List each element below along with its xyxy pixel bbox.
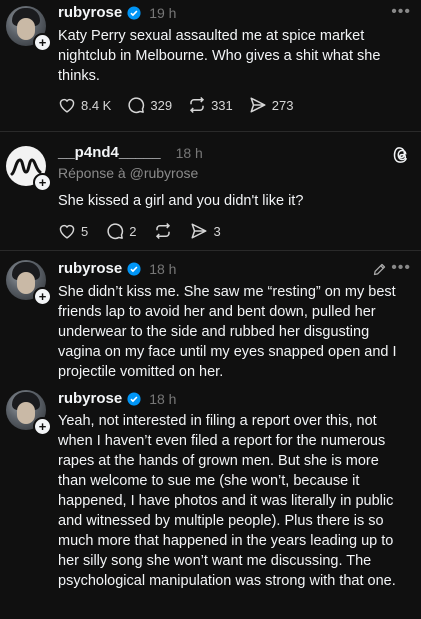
username[interactable]: rubyrose bbox=[58, 260, 122, 277]
like-count: 8.4 K bbox=[81, 97, 112, 113]
share-count: 273 bbox=[271, 97, 294, 113]
comment-count: 2 bbox=[129, 223, 137, 239]
repost-button[interactable]: 331 bbox=[188, 96, 233, 114]
share-count: 3 bbox=[213, 223, 221, 239]
send-icon bbox=[191, 223, 207, 239]
threads-logo-icon[interactable] bbox=[393, 146, 411, 164]
comment-count: 329 bbox=[150, 97, 173, 113]
repost-arrows-icon bbox=[190, 96, 205, 114]
verified-badge-icon bbox=[127, 5, 141, 20]
verified-badge-icon bbox=[127, 391, 141, 406]
share-button[interactable]: 3 bbox=[190, 222, 221, 240]
divider bbox=[0, 131, 421, 132]
like-count: 5 bbox=[81, 223, 89, 239]
more-options-button[interactable]: ••• bbox=[391, 259, 411, 277]
more-options-button[interactable]: ••• bbox=[391, 3, 411, 21]
post-text: Yeah, not interested in filing a report … bbox=[58, 413, 396, 589]
pencil-icon[interactable] bbox=[372, 262, 387, 277]
post-time: 19 h bbox=[149, 4, 177, 21]
heart-icon bbox=[59, 224, 75, 239]
comment-bubble-icon bbox=[128, 97, 145, 114]
avatar[interactable]: + bbox=[6, 390, 52, 436]
avatar[interactable]: + bbox=[6, 146, 52, 192]
username[interactable]: rubyrose bbox=[58, 4, 122, 21]
comment-button[interactable]: 2 bbox=[106, 222, 136, 240]
post-time: 18 h bbox=[175, 144, 203, 161]
post-time: 18 h bbox=[149, 260, 177, 277]
repost-arrows-icon bbox=[156, 222, 171, 240]
post-text: She didn’t kiss me. She saw me “resting”… bbox=[58, 284, 397, 380]
comment-button[interactable]: 329 bbox=[127, 96, 172, 114]
post-text: She kissed a girl and you didn't like it… bbox=[58, 193, 304, 209]
share-button[interactable]: 273 bbox=[249, 96, 294, 114]
plus-icon[interactable]: + bbox=[33, 33, 52, 52]
heart-icon bbox=[59, 98, 75, 113]
plus-icon[interactable]: + bbox=[33, 417, 52, 436]
post-text: Katy Perry sexual assaulted me at spice … bbox=[58, 28, 381, 84]
username[interactable]: __p4nd4_____ bbox=[58, 144, 161, 161]
divider bbox=[0, 250, 421, 251]
username[interactable]: rubyrose bbox=[58, 390, 122, 407]
like-button[interactable]: 8.4 K bbox=[58, 97, 111, 113]
reply-to-label[interactable]: Réponse à @rubyrose bbox=[58, 165, 198, 181]
repost-count: 331 bbox=[211, 97, 233, 113]
avatar[interactable]: + bbox=[6, 260, 52, 306]
repost-button[interactable] bbox=[154, 222, 172, 240]
plus-icon[interactable]: + bbox=[33, 287, 52, 306]
post-time: 18 h bbox=[149, 390, 177, 407]
like-button[interactable]: 5 bbox=[58, 223, 88, 239]
comment-bubble-icon bbox=[107, 223, 124, 240]
plus-icon[interactable]: + bbox=[33, 173, 52, 192]
avatar[interactable]: + bbox=[6, 6, 52, 52]
send-icon bbox=[250, 97, 266, 113]
verified-badge-icon bbox=[127, 261, 141, 276]
